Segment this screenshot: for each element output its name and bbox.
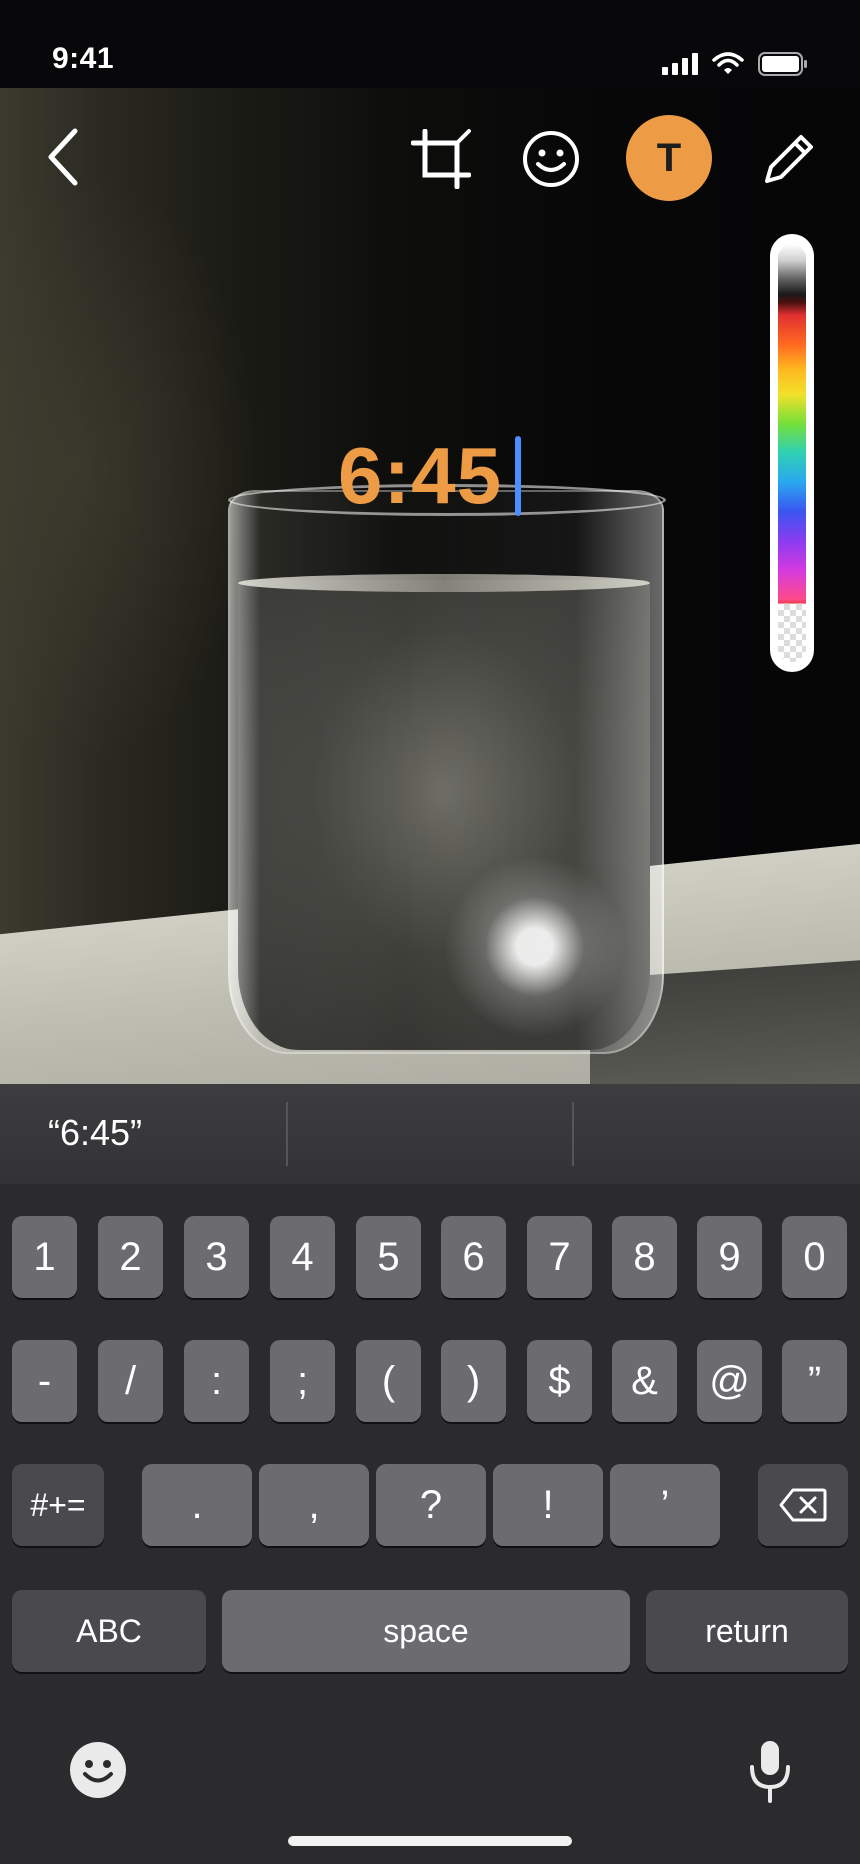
crop-button[interactable] xyxy=(408,126,474,192)
pencil-icon xyxy=(765,135,813,183)
keyboard: “6:45” 1 2 3 4 5 6 7 8 9 0 - / : ; ( ) $… xyxy=(0,1084,860,1864)
key-1[interactable]: 1 xyxy=(12,1216,77,1298)
battery-icon xyxy=(758,52,807,76)
space-key[interactable]: space xyxy=(222,1590,630,1672)
key-open-paren[interactable]: ( xyxy=(356,1340,421,1422)
color-slider-track[interactable] xyxy=(778,244,806,662)
draw-button[interactable] xyxy=(754,124,824,194)
text-tool-button[interactable]: T xyxy=(626,115,712,201)
key-slash[interactable]: / xyxy=(98,1340,163,1422)
key-period[interactable]: . xyxy=(142,1464,252,1546)
wifi-icon xyxy=(712,52,744,74)
suggestion-divider xyxy=(286,1102,288,1166)
status-icons xyxy=(662,52,808,76)
sticker-button[interactable] xyxy=(518,126,584,192)
water-glass-image xyxy=(228,484,666,1054)
key-dollar[interactable]: $ xyxy=(527,1340,592,1422)
key-comma[interactable]: , xyxy=(259,1464,369,1546)
backspace-icon xyxy=(779,1488,827,1522)
smiley-icon xyxy=(523,131,579,187)
return-key[interactable]: return xyxy=(646,1590,848,1672)
key-close-paren[interactable]: ) xyxy=(441,1340,506,1422)
key-4[interactable]: 4 xyxy=(270,1216,335,1298)
back-button[interactable] xyxy=(34,112,90,202)
abc-key[interactable]: ABC xyxy=(12,1590,206,1672)
home-indicator[interactable] xyxy=(288,1836,572,1846)
glass-water-line xyxy=(238,574,650,592)
key-exclamation[interactable]: ! xyxy=(493,1464,603,1546)
suggestion-bar: “6:45” xyxy=(0,1084,860,1184)
key-3[interactable]: 3 xyxy=(184,1216,249,1298)
chevron-left-icon xyxy=(48,128,78,186)
status-time: 9:41 xyxy=(52,42,115,75)
key-6[interactable]: 6 xyxy=(441,1216,506,1298)
key-apostrophe[interactable]: ’ xyxy=(610,1464,720,1546)
microphone-icon xyxy=(750,1741,790,1803)
crop-icon xyxy=(411,129,471,189)
key-2[interactable]: 2 xyxy=(98,1216,163,1298)
cellular-signal-icon xyxy=(662,53,698,75)
key-colon[interactable]: : xyxy=(184,1340,249,1422)
key-ampersand[interactable]: & xyxy=(612,1340,677,1422)
dictation-button[interactable] xyxy=(738,1736,802,1806)
key-0[interactable]: 0 xyxy=(782,1216,847,1298)
suggestion-divider xyxy=(572,1102,574,1166)
caption-text[interactable]: 6:45 xyxy=(338,430,502,522)
photo-canvas[interactable] xyxy=(0,88,860,1084)
color-slider[interactable] xyxy=(770,234,814,672)
key-8[interactable]: 8 xyxy=(612,1216,677,1298)
text-cursor xyxy=(515,436,521,516)
key-5[interactable]: 5 xyxy=(356,1216,421,1298)
emoji-icon xyxy=(70,1742,126,1798)
key-9[interactable]: 9 xyxy=(697,1216,762,1298)
emoji-keyboard-button[interactable] xyxy=(66,1738,130,1802)
key-hyphen[interactable]: - xyxy=(12,1340,77,1422)
symbols-toggle-key[interactable]: #+= xyxy=(12,1464,104,1546)
key-7[interactable]: 7 xyxy=(527,1216,592,1298)
key-at[interactable]: @ xyxy=(697,1340,762,1422)
suggestion-1[interactable]: “6:45” xyxy=(48,1112,142,1154)
key-semicolon[interactable]: ; xyxy=(270,1340,335,1422)
status-bar: 9:41 xyxy=(0,0,860,88)
key-question[interactable]: ? xyxy=(376,1464,486,1546)
delete-key[interactable] xyxy=(758,1464,848,1546)
key-quote[interactable]: ” xyxy=(782,1340,847,1422)
